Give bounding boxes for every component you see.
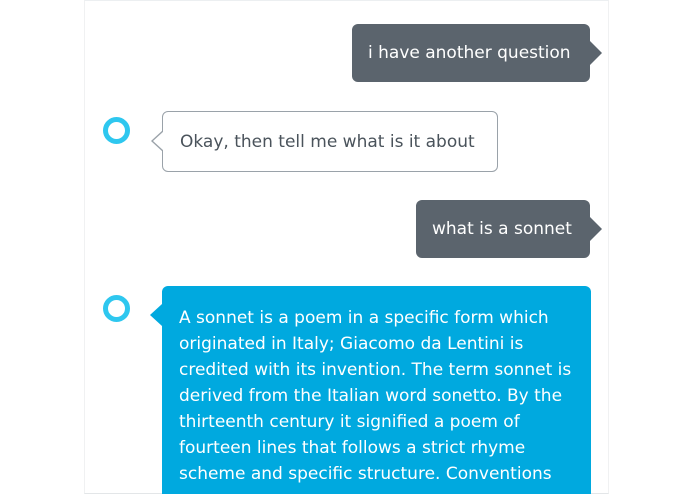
- user-message-bubble: i have another question: [352, 24, 602, 82]
- alexa-ring-icon: [103, 295, 130, 322]
- alexa-ring-icon: [103, 117, 130, 144]
- alexa-message-bubble: Okay, then tell me what is it about: [151, 111, 498, 172]
- user-message-bubble: what is a sonnet: [416, 200, 602, 258]
- chat-page: i have another question Okay, then tell …: [0, 0, 695, 494]
- alexa-answer-text: A sonnet is a poem in a specific form wh…: [179, 308, 572, 484]
- alexa-answer-bubble: A sonnet is a poem in a specific form wh…: [162, 286, 591, 494]
- user-message-text: i have another question: [368, 43, 571, 63]
- user-message-text: what is a sonnet: [432, 219, 572, 239]
- alexa-answer-bubble-tail: [150, 304, 162, 326]
- alexa-message-text: Okay, then tell me what is it about: [180, 131, 475, 152]
